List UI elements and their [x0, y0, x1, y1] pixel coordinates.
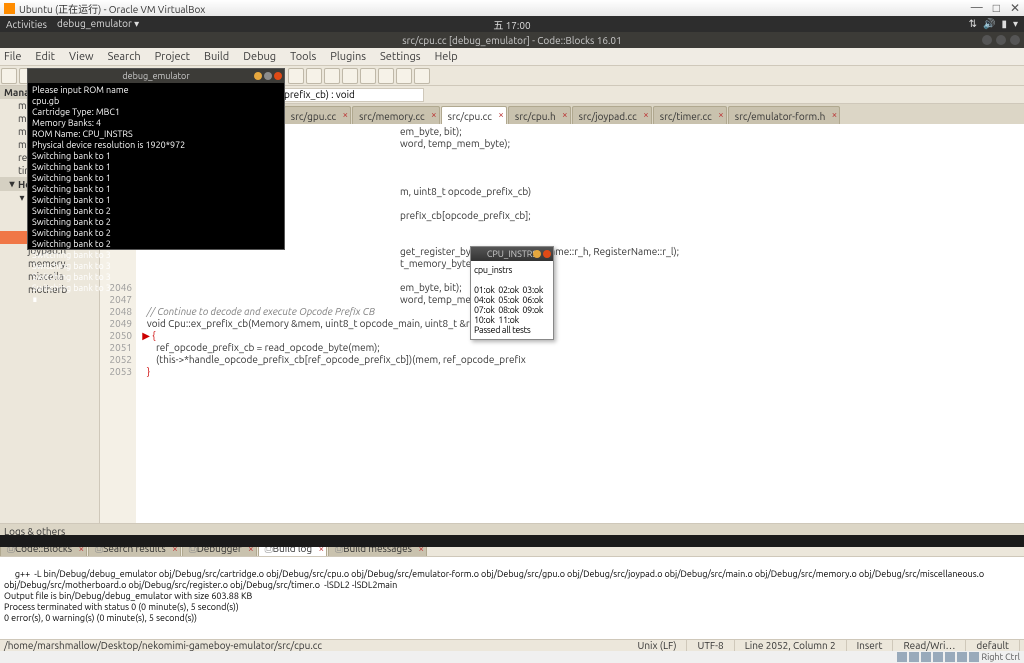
menu-search[interactable]: Search	[108, 51, 141, 63]
editor-tab[interactable]: src/memory.cc×	[352, 106, 439, 124]
editor-tab[interactable]: src/cpu.h×	[508, 106, 571, 124]
vbox-shared-icon	[945, 652, 955, 662]
clock[interactable]: 五 17:00	[493, 17, 530, 32]
xterm-titlebar[interactable]: debug_emulator	[28, 69, 284, 83]
cb-maximize-icon[interactable]	[996, 35, 1006, 45]
cpu-instrs-title-text: CPU_INSTRS	[487, 249, 537, 259]
menu-debug[interactable]: Debug	[243, 51, 276, 63]
run-to-cursor-button[interactable]	[306, 68, 322, 84]
vbox-optical-icon	[909, 652, 919, 662]
status-position: Line 2052, Column 2	[735, 640, 847, 651]
tab-close-icon[interactable]: ×	[498, 109, 504, 120]
next-instr-button[interactable]	[378, 68, 394, 84]
cb-close-icon[interactable]	[1010, 35, 1020, 45]
menu-tools[interactable]: Tools	[290, 51, 316, 63]
statusbar: /home/marshmallow/Desktop/nekomimi-gameb…	[0, 639, 1024, 651]
menu-edit[interactable]: Edit	[35, 51, 55, 63]
vbox-hdd-icon	[897, 652, 907, 662]
codeblocks-title-text: src/cpu.cc [debug_emulator] - Code::Bloc…	[402, 35, 621, 46]
xterm-output: Please input ROM name cpu.gb Cartridge T…	[28, 83, 284, 307]
cpu-instrs-close-icon[interactable]	[543, 250, 551, 258]
tab-close-icon[interactable]: ×	[343, 109, 349, 120]
battery-icon[interactable]: ▮	[1001, 18, 1007, 30]
vbox-titlebar: Ubuntu (正在运行) - Oracle VM VirtualBox — □…	[0, 0, 1024, 16]
step-into-button[interactable]	[342, 68, 358, 84]
tab-close-icon[interactable]: ×	[643, 109, 649, 120]
menu-settings[interactable]: Settings	[380, 51, 421, 63]
tab-close-icon[interactable]: ×	[832, 109, 838, 120]
debug-continue-button[interactable]	[288, 68, 304, 84]
xterm-close-icon[interactable]	[274, 72, 282, 80]
codeblocks-titlebar: src/cpu.cc [debug_emulator] - Code::Bloc…	[0, 32, 1024, 48]
vbox-icon	[4, 3, 15, 14]
menu-plugins[interactable]: Plugins	[330, 51, 366, 63]
network-icon[interactable]: ⇅	[969, 18, 977, 30]
status-eol: Unix (LF)	[628, 640, 688, 651]
tab-close-icon[interactable]: ×	[562, 109, 568, 120]
status-mode: Insert	[847, 640, 894, 651]
menu-build[interactable]: Build	[204, 51, 229, 63]
power-icon[interactable]: ▾	[1013, 18, 1018, 30]
close-icon[interactable]: ✕	[1010, 1, 1020, 15]
minimize-icon[interactable]: —	[971, 1, 983, 15]
cb-minimize-icon[interactable]	[982, 35, 992, 45]
app-menu[interactable]: debug_emulator ▾	[57, 18, 139, 30]
cpu-instrs-minimize-icon[interactable]	[533, 250, 541, 258]
status-path: /home/marshmallow/Desktop/nekomimi-gameb…	[4, 640, 628, 651]
tab-close-icon[interactable]: ×	[431, 109, 437, 120]
vbox-display-icon	[957, 652, 967, 662]
cpu-instrs-window[interactable]: CPU_INSTRS cpu_instrs 01:ok 02:ok 03:ok …	[470, 246, 554, 340]
xterm-title-text: debug_emulator	[122, 71, 189, 82]
gnome-top-bar: Activities debug_emulator ▾ 五 17:00 ⇅ 🔊 …	[0, 16, 1024, 32]
xterm-window[interactable]: debug_emulator Please input ROM name cpu…	[27, 68, 285, 250]
build-log-text: g++ -L bin/Debug/debug_emulator obj/Debu…	[4, 569, 986, 639]
editor-tab[interactable]: src/timer.cc×	[653, 106, 727, 124]
editor-tab[interactable]: src/emulator-form.h×	[728, 106, 841, 124]
editor-tab[interactable]: src/cpu.cc×	[441, 106, 507, 124]
xterm-maximize-icon[interactable]	[264, 72, 272, 80]
menu-file[interactable]: File	[4, 51, 21, 63]
menu-help[interactable]: Help	[435, 51, 458, 63]
menu-view[interactable]: View	[69, 51, 94, 63]
vbox-hostkey-hint: Right Ctrl	[981, 652, 1020, 662]
vbox-network-icon	[921, 652, 931, 662]
tab-close-icon[interactable]: ×	[718, 109, 724, 120]
maximize-icon[interactable]: □	[993, 1, 1000, 15]
editor-tab[interactable]: src/joypad.cc×	[572, 106, 652, 124]
break-button[interactable]	[396, 68, 412, 84]
ubuntu-dock	[0, 535, 1024, 547]
new-file-button[interactable]	[1, 68, 17, 84]
vbox-record-icon	[969, 652, 979, 662]
step-out-button[interactable]	[360, 68, 376, 84]
next-line-button[interactable]	[324, 68, 340, 84]
menubar: File Edit View Search Project Build Debug Tools…	[0, 48, 1024, 66]
cpu-instrs-output: cpu_instrs 01:ok 02:ok 03:ok 04:ok 05:ok…	[471, 261, 553, 339]
vbox-statusbar: Right Ctrl	[0, 651, 1024, 663]
activities-button[interactable]: Activities	[6, 19, 47, 30]
menu-project[interactable]: Project	[155, 51, 190, 63]
status-profile: default	[966, 640, 1020, 651]
status-encoding: UTF-8	[687, 640, 734, 651]
vbox-window-controls: — □ ✕	[971, 1, 1020, 15]
cpu-instrs-titlebar[interactable]: CPU_INSTRS	[471, 247, 553, 261]
vbox-title-text: Ubuntu (正在运行) - Oracle VM VirtualBox	[19, 1, 205, 16]
stop-debug-button[interactable]	[414, 68, 430, 84]
editor-tab[interactable]: src/gpu.cc×	[284, 106, 351, 124]
sound-icon[interactable]: 🔊	[983, 18, 995, 30]
vbox-usb-icon	[933, 652, 943, 662]
status-readwrite: Read/Wri…	[893, 640, 966, 651]
build-log-body[interactable]: g++ -L bin/Debug/debug_emulator obj/Debu…	[0, 557, 1024, 639]
xterm-minimize-icon[interactable]	[254, 72, 262, 80]
